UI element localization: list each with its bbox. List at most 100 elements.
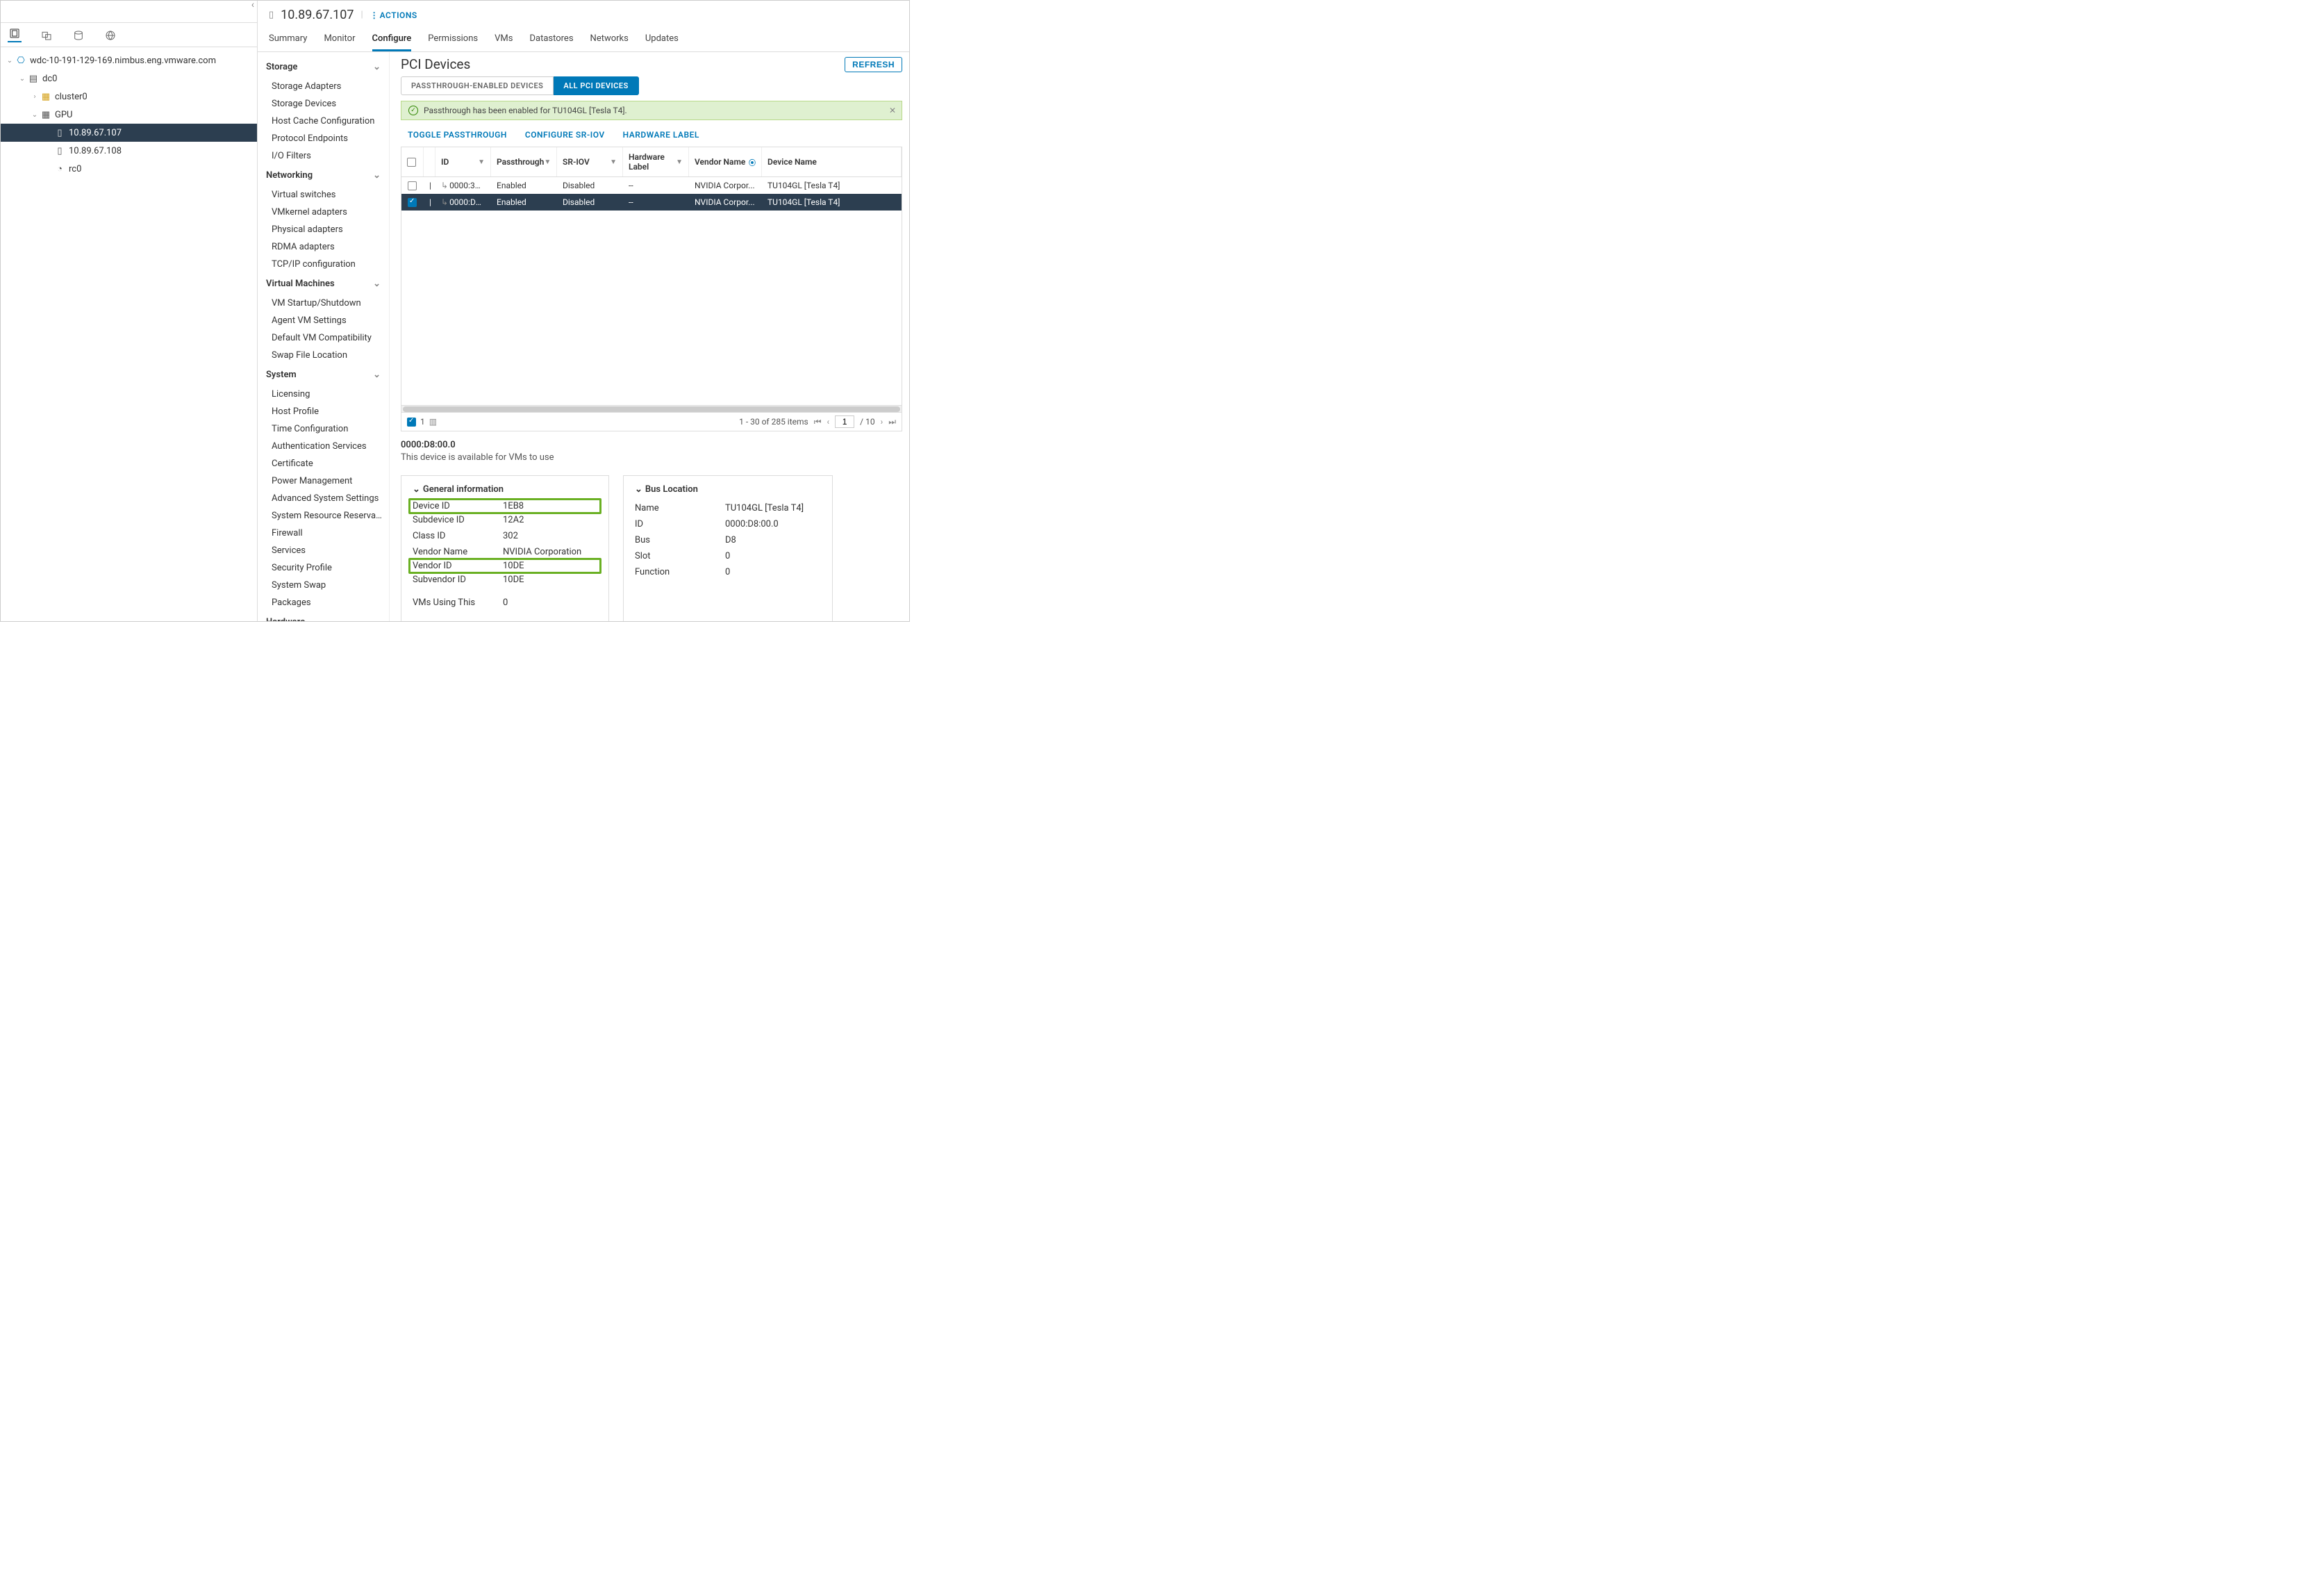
- config-item[interactable]: Physical adapters: [258, 221, 389, 238]
- vms-templates-icon[interactable]: [40, 28, 53, 42]
- config-item[interactable]: TCP/IP configuration: [258, 256, 389, 273]
- config-item[interactable]: System Resource Reservati...: [258, 507, 389, 525]
- close-icon[interactable]: ✕: [889, 106, 896, 115]
- kv-key: Device ID: [413, 501, 503, 511]
- storage-icon[interactable]: [72, 28, 85, 42]
- config-item[interactable]: VM Startup/Shutdown: [258, 295, 389, 312]
- row-checkbox[interactable]: [401, 194, 424, 211]
- col-vendor[interactable]: Vendor Name⦿: [689, 147, 762, 176]
- card-header[interactable]: ⌄General information: [413, 484, 597, 495]
- last-page-icon[interactable]: ⏭: [888, 417, 896, 427]
- config-item[interactable]: Virtual switches: [258, 186, 389, 204]
- tree-vcenter[interactable]: ⌄ ⎔ wdc-10-191-129-169.nimbus.eng.vmware…: [1, 51, 257, 69]
- tree-resource-pool[interactable]: ◔ rc0: [1, 160, 257, 178]
- next-page-icon[interactable]: ›: [881, 417, 883, 427]
- col-hwlabel[interactable]: Hardware Label▼: [623, 147, 689, 176]
- tab-updates[interactable]: Updates: [645, 29, 679, 51]
- config-item[interactable]: Certificate: [258, 455, 389, 472]
- filter-icon[interactable]: ▼: [610, 158, 617, 166]
- table-row[interactable]: |↳0000:D8:...EnabledDisabled--NVIDIA Cor…: [401, 194, 902, 211]
- config-item[interactable]: Agent VM Settings: [258, 312, 389, 329]
- config-item[interactable]: Host Cache Configuration: [258, 113, 389, 130]
- hardware-label-link[interactable]: HARDWARE LABEL: [623, 130, 699, 140]
- config-item[interactable]: VMkernel adapters: [258, 204, 389, 221]
- table-row[interactable]: |↳0000:3B:...EnabledDisabled--NVIDIA Cor…: [401, 177, 902, 194]
- caret-down-icon[interactable]: ⌄: [5, 57, 15, 65]
- caret-right-icon[interactable]: ›: [30, 93, 40, 101]
- actions-menu[interactable]: ⋮ACTIONS: [370, 10, 417, 20]
- tab-networks[interactable]: Networks: [590, 29, 629, 51]
- config-item[interactable]: Power Management: [258, 472, 389, 490]
- pci-actions: TOGGLE PASSTHROUGH CONFIGURE SR-IOV HARD…: [401, 120, 902, 147]
- config-item[interactable]: Host Profile: [258, 403, 389, 420]
- kv-val: 0: [503, 597, 508, 608]
- tree-host[interactable]: ▯ 10.89.67.108: [1, 142, 257, 160]
- caret-down-icon[interactable]: ⌄: [17, 75, 27, 83]
- subtab-passthrough-enabled[interactable]: PASSTHROUGH-ENABLED DEVICES: [401, 76, 554, 95]
- config-item[interactable]: Authentication Services: [258, 438, 389, 455]
- config-section[interactable]: Hardware⌄: [258, 611, 389, 621]
- horizontal-scrollbar[interactable]: [401, 405, 902, 412]
- config-item[interactable]: Time Configuration: [258, 420, 389, 438]
- filter-icon[interactable]: ▼: [676, 158, 683, 166]
- config-item[interactable]: Packages: [258, 594, 389, 611]
- config-item[interactable]: RDMA adapters: [258, 238, 389, 256]
- config-item[interactable]: Firewall: [258, 525, 389, 542]
- tree-datacenter[interactable]: ⌄ ▤ dc0: [1, 69, 257, 88]
- config-item[interactable]: Swap File Location: [258, 347, 389, 364]
- config-item[interactable]: System Swap: [258, 577, 389, 594]
- card-header[interactable]: ⌄Bus Location: [635, 484, 821, 495]
- col-sriov[interactable]: SR-IOV▼: [557, 147, 623, 176]
- config-item[interactable]: Security Profile: [258, 559, 389, 577]
- kv-val: 10DE: [503, 575, 524, 585]
- col-id[interactable]: ID ▼: [435, 147, 491, 176]
- config-section[interactable]: System⌄: [258, 364, 389, 386]
- col-passthrough[interactable]: Passthrough▼: [491, 147, 557, 176]
- tree-host-selected[interactable]: ▯ 10.89.67.107: [1, 124, 257, 142]
- tab-permissions[interactable]: Permissions: [428, 29, 478, 51]
- config-item[interactable]: Services: [258, 542, 389, 559]
- kv-val: 0: [725, 567, 730, 577]
- tab-vms[interactable]: VMs: [495, 29, 513, 51]
- toggle-passthrough-link[interactable]: TOGGLE PASSTHROUGH: [408, 130, 507, 140]
- hosts-clusters-icon[interactable]: [8, 28, 22, 42]
- filter-icon[interactable]: ⦿: [749, 157, 756, 167]
- row-checkbox[interactable]: [401, 177, 424, 194]
- config-item[interactable]: Advanced System Settings: [258, 490, 389, 507]
- tree-pool[interactable]: ⌄ ▦ GPU: [1, 106, 257, 124]
- check-circle-icon: ✓: [408, 106, 418, 115]
- config-item[interactable]: Protocol Endpoints: [258, 130, 389, 147]
- configure-sriov-link[interactable]: CONFIGURE SR-IOV: [525, 130, 605, 140]
- filter-icon[interactable]: ▼: [544, 158, 551, 166]
- filter-icon[interactable]: ▼: [478, 158, 485, 166]
- config-section[interactable]: Networking⌄: [258, 165, 389, 186]
- config-section[interactable]: Virtual Machines⌄: [258, 273, 389, 295]
- col-label: ID: [441, 157, 449, 167]
- header-checkbox[interactable]: [401, 147, 424, 176]
- config-section[interactable]: Storage⌄: [258, 56, 389, 78]
- tab-monitor[interactable]: Monitor: [324, 29, 355, 51]
- tab-datastores[interactable]: Datastores: [529, 29, 573, 51]
- first-page-icon[interactable]: ⏮: [814, 417, 822, 427]
- kv-val: 1EB8: [503, 501, 524, 511]
- config-item[interactable]: I/O Filters: [258, 147, 389, 165]
- network-icon[interactable]: [103, 28, 117, 42]
- config-item[interactable]: Storage Adapters: [258, 78, 389, 95]
- subtab-all-pci[interactable]: ALL PCI DEVICES: [554, 76, 638, 95]
- kv-bus: BusD8: [635, 532, 821, 548]
- config-item[interactable]: Default VM Compatibility: [258, 329, 389, 347]
- page-input[interactable]: [835, 415, 854, 428]
- prev-page-icon[interactable]: ‹: [827, 417, 830, 427]
- cards-row: ⌄General information Device ID1EB8 Subde…: [401, 475, 902, 621]
- refresh-button[interactable]: REFRESH: [845, 57, 902, 72]
- tree-cluster[interactable]: › ▦ cluster0: [1, 88, 257, 106]
- config-item[interactable]: Storage Devices: [258, 95, 389, 113]
- config-item[interactable]: Licensing: [258, 386, 389, 403]
- collapse-panel-icon[interactable]: ‹: [251, 0, 254, 10]
- col-device[interactable]: Device Name: [762, 147, 902, 176]
- tab-summary[interactable]: Summary: [269, 29, 307, 51]
- caret-down-icon[interactable]: ⌄: [30, 111, 40, 119]
- tab-configure[interactable]: Configure: [372, 29, 412, 51]
- columns-icon[interactable]: ▥: [429, 417, 437, 427]
- kv-val: 0: [725, 551, 730, 561]
